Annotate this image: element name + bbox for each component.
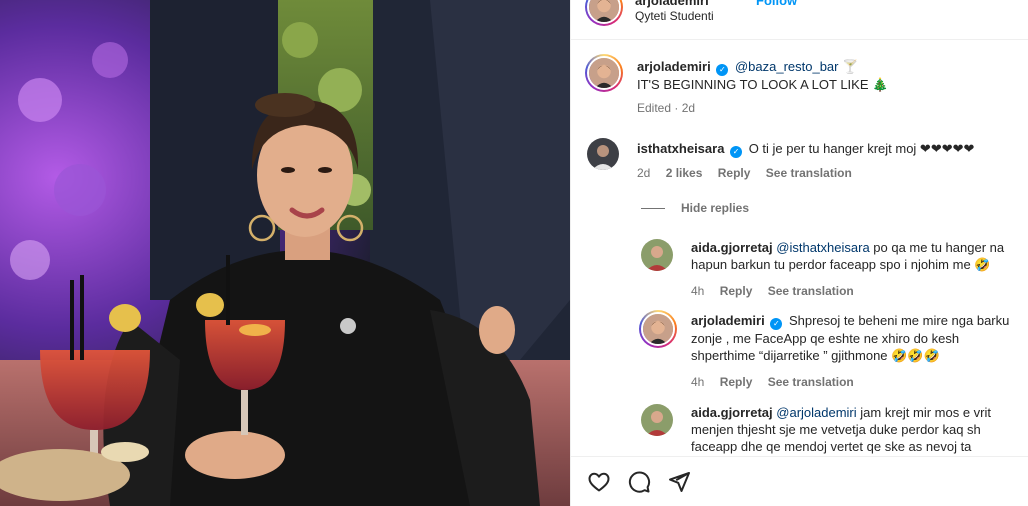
reply-item: aida.gjorretaj @arjolademiri jam krejt m… xyxy=(571,402,1028,456)
comment-avatar[interactable] xyxy=(587,138,619,170)
author-avatar[interactable] xyxy=(585,0,623,26)
reply-meta: 4h Reply See translation xyxy=(691,284,866,298)
photo-illustration xyxy=(0,0,570,506)
heart-icon xyxy=(588,472,610,492)
caption-meta: Edited · 2d xyxy=(637,101,707,115)
see-translation-button[interactable]: See translation xyxy=(768,284,854,298)
comment-username[interactable]: isthatxheisara xyxy=(637,141,724,156)
instagram-post-view: arjolademiri Follow Qyteti Studenti arjo… xyxy=(0,0,1028,506)
comment-text-block: isthatxheisara ✓ O ti je per tu hanger k… xyxy=(637,140,1017,158)
reply-mention[interactable]: @isthatxheisara xyxy=(776,240,869,255)
caption-avatar[interactable] xyxy=(585,54,623,92)
comment-icon xyxy=(628,471,651,493)
caption-text-block: arjolademiri ✓ @baza_resto_bar 🍸 IT'S BE… xyxy=(637,58,1017,93)
verified-badge-icon: ✓ xyxy=(716,64,729,76)
reply-text-line2: zonje , me FaceApp qe eshte ne xhiro do … xyxy=(691,331,960,346)
reply-mention[interactable]: @arjolademiri xyxy=(776,405,856,420)
caption-mention-suffix: 🍸 xyxy=(838,59,859,74)
hide-replies-line xyxy=(641,207,665,209)
see-translation-button[interactable]: See translation xyxy=(768,375,854,389)
share-icon xyxy=(669,472,690,492)
comment-meta: 2d 2 likes Reply See translation xyxy=(637,166,864,180)
comment-item: isthatxheisara ✓ O ti je per tu hanger k… xyxy=(571,138,1028,190)
share-button[interactable] xyxy=(667,470,691,494)
reply-avatar[interactable] xyxy=(639,310,677,348)
see-translation-button[interactable]: See translation xyxy=(766,166,852,180)
reply-username[interactable]: aida.gjorretaj xyxy=(691,240,773,255)
reply-avatar[interactable] xyxy=(641,239,673,271)
like-button[interactable] xyxy=(587,470,611,494)
verified-badge-icon: ✓ xyxy=(730,146,743,158)
reply-text-line3: faceapp dhe qe mendoj vertet qe ske as n… xyxy=(691,439,972,454)
comment-likes[interactable]: 2 likes xyxy=(666,166,703,180)
reply-time[interactable]: 4h xyxy=(691,375,704,389)
hide-replies-button[interactable]: Hide replies xyxy=(641,201,749,215)
verified-badge-icon: ✓ xyxy=(770,318,783,330)
caption-edited: Edited · 2d xyxy=(637,101,696,115)
comments-list[interactable]: arjolademiri ✓ @baza_resto_bar 🍸 IT'S BE… xyxy=(571,40,1028,456)
reply-username[interactable]: arjolademiri xyxy=(691,313,765,328)
post-header: arjolademiri Follow Qyteti Studenti xyxy=(571,0,1028,40)
reply-text-line1: Shpresoj te beheni me mire nga barku xyxy=(788,313,1010,328)
post-caption: arjolademiri ✓ @baza_resto_bar 🍸 IT'S BE… xyxy=(571,54,1028,134)
reply-text-line3: shperthime “dijarretike ” gjithmone 🤣🤣🤣 xyxy=(691,348,940,363)
reply-button[interactable]: Reply xyxy=(720,375,753,389)
reply-text-line1: jam krejt mir mos e vrit xyxy=(856,405,991,420)
reply-avatar[interactable] xyxy=(641,404,673,436)
reply-time[interactable]: 4h xyxy=(691,284,704,298)
reply-text-block: aida.gjorretaj @isthatxheisara po qa me … xyxy=(691,239,1021,273)
reply-item: arjolademiri ✓ Shpresoj te beheni me mir… xyxy=(571,310,1028,398)
post-details-panel: arjolademiri Follow Qyteti Studenti arjo… xyxy=(570,0,1028,506)
hide-replies-label: Hide replies xyxy=(681,201,750,215)
reply-username[interactable]: aida.gjorretaj xyxy=(691,405,773,420)
follow-button[interactable]: Follow xyxy=(756,0,797,8)
reply-button[interactable]: Reply xyxy=(718,166,751,180)
reply-text-line1: po qa me tu hanger na xyxy=(869,240,1005,255)
reply-text-block: aida.gjorretaj @arjolademiri jam krejt m… xyxy=(691,404,1021,455)
reply-meta: 4h Reply See translation xyxy=(691,375,866,389)
post-location[interactable]: Qyteti Studenti xyxy=(635,9,714,23)
reply-text-line2: menjen thjesht sje me vetvetja duke perd… xyxy=(691,422,981,437)
caption-username[interactable]: arjolademiri xyxy=(637,59,711,74)
caption-text: IT'S BEGINNING TO LOOK A LOT LIKE 🎄 xyxy=(637,77,889,92)
caption-mention[interactable]: @baza_resto_bar xyxy=(735,59,839,74)
comment-button[interactable] xyxy=(627,470,651,494)
comment-text: O ti je per tu hanger krejt moj ❤❤❤❤❤ xyxy=(748,141,975,156)
post-photo[interactable] xyxy=(0,0,570,506)
post-action-bar xyxy=(571,456,1028,506)
reply-button[interactable]: Reply xyxy=(720,284,753,298)
reply-item: aida.gjorretaj @isthatxheisara po qa me … xyxy=(571,237,1028,307)
reply-text-line2: hapun barkun tu perdor faceapp spo i njo… xyxy=(691,257,991,272)
reply-text-block: arjolademiri ✓ Shpresoj te beheni me mir… xyxy=(691,312,1021,364)
comment-time[interactable]: 2d xyxy=(637,166,650,180)
header-username[interactable]: arjolademiri xyxy=(635,0,709,8)
